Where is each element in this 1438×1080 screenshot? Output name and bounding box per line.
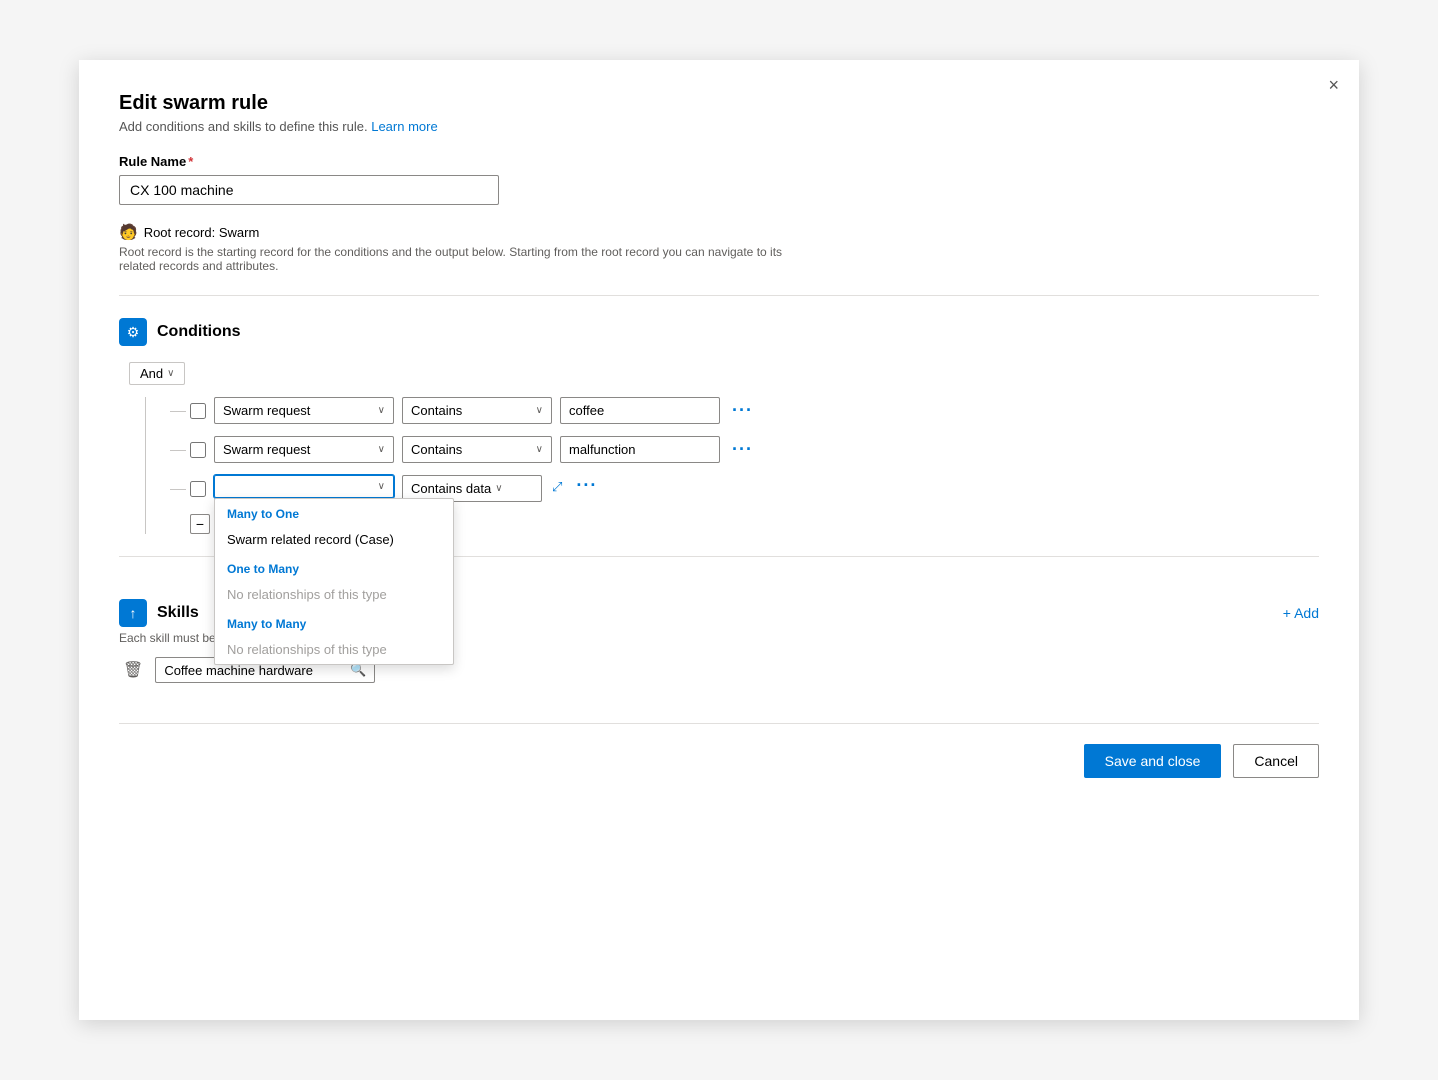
cancel-button[interactable]: Cancel [1233, 744, 1319, 778]
skills-section-header: ↑ Skills [119, 599, 199, 627]
rule-name-input[interactable] [119, 175, 499, 205]
root-record: 🧑 Root record: Swarm [119, 223, 1319, 241]
many-to-one-group-label: Many to One [215, 499, 453, 525]
dropdown-item-no-rel-1: No relationships of this type [215, 580, 453, 609]
field-1-chevron-icon: ∨ [378, 405, 385, 416]
condition-3-more-button[interactable]: ··· [572, 475, 601, 496]
condition-3-field-dropdown[interactable]: ∨ [214, 475, 394, 498]
condition-3-expand-button[interactable]: ⤢ [550, 479, 564, 495]
field-dropdown-menu: Many to One Swarm related record (Case) … [214, 498, 454, 665]
condition-1-operator-dropdown[interactable]: Contains ∨ [402, 397, 552, 424]
condition-2-checkbox[interactable] [190, 442, 206, 458]
delete-skill-button[interactable]: 🗑 [119, 660, 147, 680]
conditions-title: Conditions [157, 323, 241, 341]
condition-1-value-input[interactable] [560, 397, 720, 424]
field-2-chevron-icon: ∨ [378, 444, 385, 455]
contains-data-chevron-icon: ∨ [495, 483, 502, 494]
conditions-icon: ⚙ [119, 318, 147, 346]
person-icon: 🧑 [119, 223, 138, 241]
conditions-section-header: ⚙ Conditions [119, 318, 1319, 346]
save-and-close-button[interactable]: Save and close [1084, 744, 1222, 778]
one-to-many-group-label: One to Many [215, 554, 453, 580]
dropdown-item-no-rel-2: No relationships of this type [215, 635, 453, 664]
add-skill-button[interactable]: + Add [1283, 605, 1319, 621]
condition-2-value-input[interactable] [560, 436, 720, 463]
skills-title: Skills [157, 604, 199, 622]
conditions-tree: Swarm request ∨ Contains ∨ ··· Swarm req… [145, 397, 1319, 534]
dialog-footer: Save and close Cancel [119, 723, 1319, 778]
operator-2-chevron-icon: ∨ [536, 444, 543, 455]
condition-row-3: ∨ Many to One Swarm related record (Case… [190, 475, 1319, 502]
learn-more-link[interactable]: Learn more [371, 119, 437, 134]
collapse-button[interactable]: − [190, 514, 210, 534]
condition-2-field-dropdown[interactable]: Swarm request ∨ [214, 436, 394, 463]
condition-1-more-button[interactable]: ··· [728, 400, 757, 421]
edit-swarm-rule-dialog: × Edit swarm rule Add conditions and ski… [79, 60, 1359, 1020]
rule-name-label: Rule Name* [119, 154, 1319, 169]
condition-row-1: Swarm request ∨ Contains ∨ ··· [190, 397, 1319, 424]
dialog-title: Edit swarm rule [119, 92, 1319, 115]
condition-row-2: Swarm request ∨ Contains ∨ ··· [190, 436, 1319, 463]
dropdown-item-swarm-related-case[interactable]: Swarm related record (Case) [215, 525, 453, 554]
and-chevron-icon: ∨ [167, 368, 174, 379]
skills-icon: ↑ [119, 599, 147, 627]
many-to-many-group-label: Many to Many [215, 609, 453, 635]
condition-2-operator-dropdown[interactable]: Contains ∨ [402, 436, 552, 463]
condition-1-field-dropdown[interactable]: Swarm request ∨ [214, 397, 394, 424]
conditions-area: And ∨ Swarm request ∨ Contains ∨ ··· [129, 362, 1319, 534]
condition-3-checkbox[interactable] [190, 481, 206, 497]
close-button[interactable]: × [1328, 76, 1339, 94]
and-operator-badge[interactable]: And ∨ [129, 362, 185, 385]
dialog-subtitle: Add conditions and skills to define this… [119, 119, 1319, 134]
condition-2-more-button[interactable]: ··· [728, 439, 757, 460]
condition-3-field-dropdown-container: ∨ Many to One Swarm related record (Case… [214, 475, 394, 498]
field-3-chevron-icon: ∨ [378, 481, 385, 492]
root-record-description: Root record is the starting record for t… [119, 245, 819, 273]
condition-1-checkbox[interactable] [190, 403, 206, 419]
operator-1-chevron-icon: ∨ [536, 405, 543, 416]
